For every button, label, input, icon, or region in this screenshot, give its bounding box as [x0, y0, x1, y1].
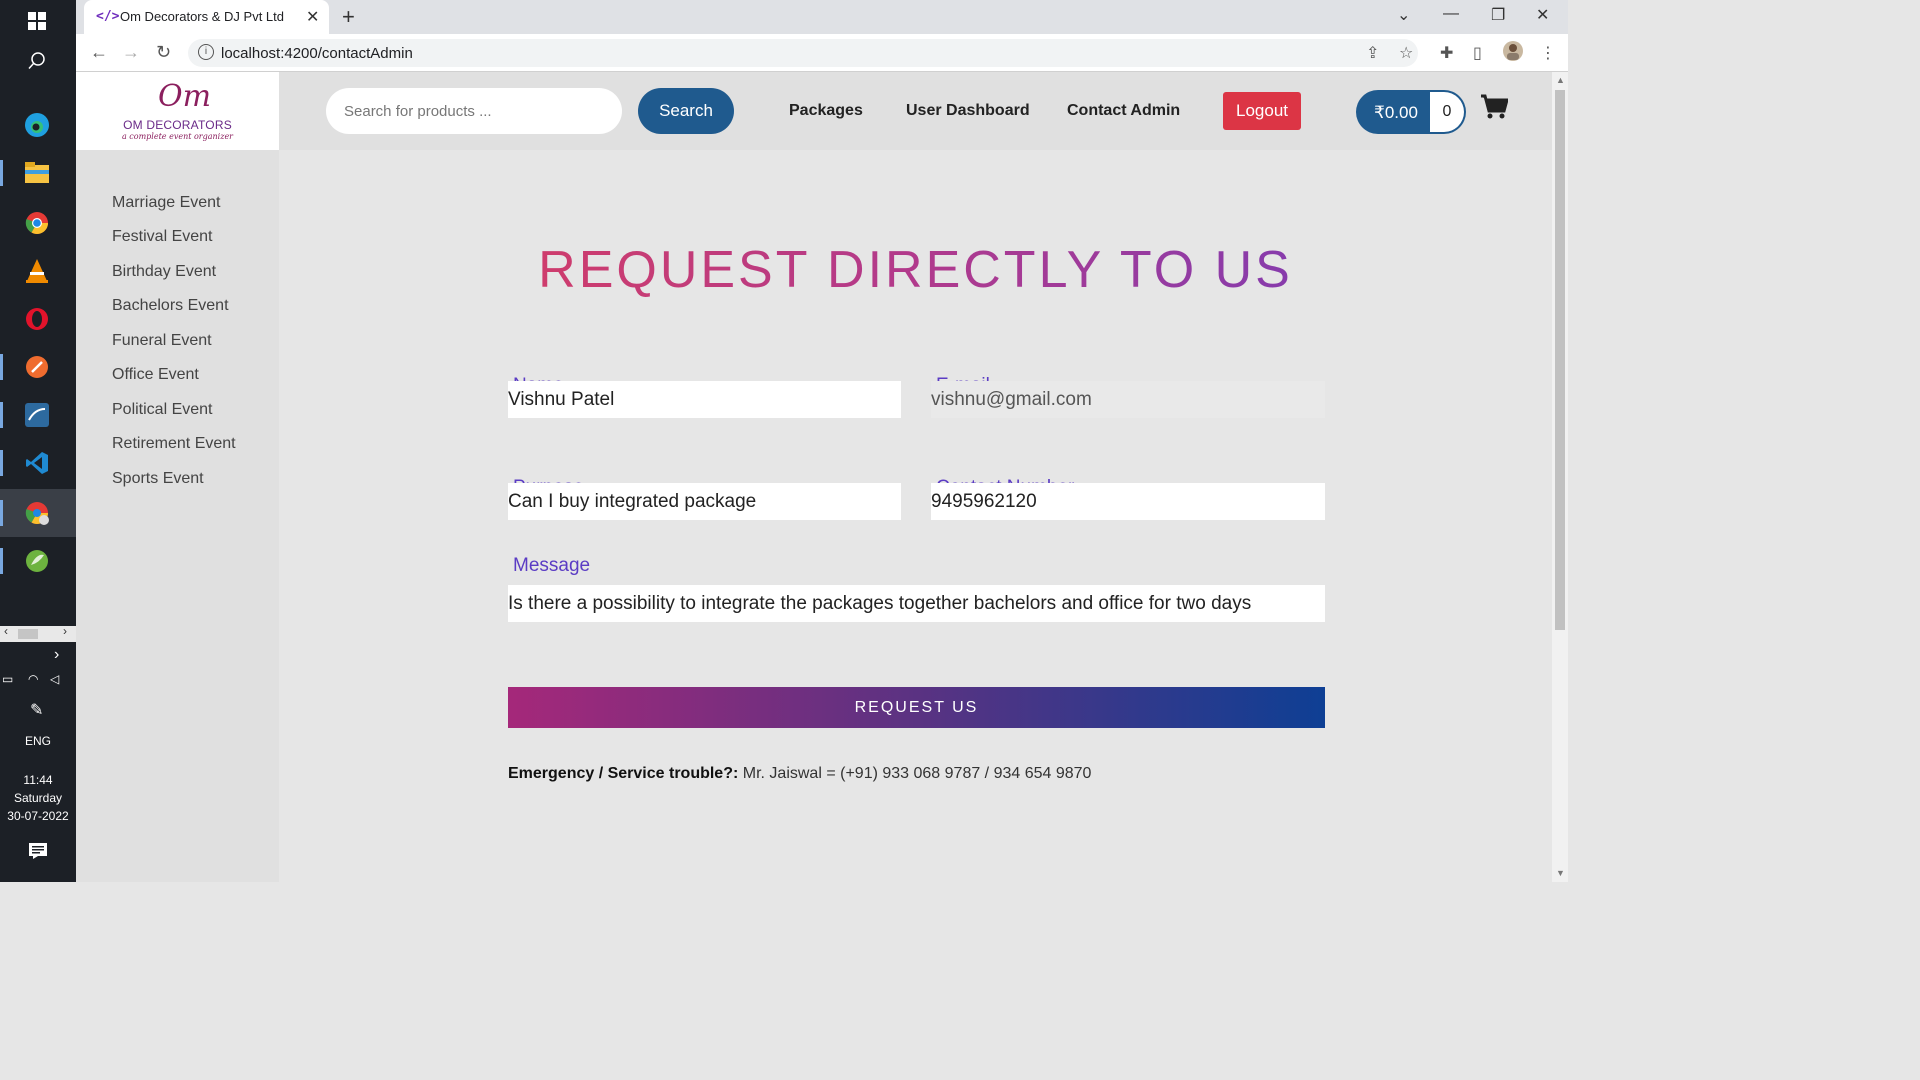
page-scrollbar[interactable]: ▲ ▼ — [1552, 72, 1568, 882]
logout-button[interactable]: Logout — [1223, 92, 1301, 130]
sidebar-item-sports-event[interactable]: Sports Event — [112, 470, 204, 488]
scroll-thumb[interactable] — [18, 629, 38, 639]
shopping-cart-icon[interactable] — [1480, 94, 1509, 125]
file-explorer-icon[interactable] — [24, 160, 50, 186]
volume-icon[interactable]: ◁ — [50, 672, 59, 686]
taskbar-active-mark — [0, 450, 3, 476]
scroll-left-icon[interactable]: ‹ — [4, 624, 8, 638]
logo-tagline: a complete event organizer — [121, 132, 233, 141]
taskbar-active-mark — [0, 354, 3, 380]
search-input[interactable] — [326, 88, 622, 134]
back-arrow-icon[interactable]: ← — [90, 42, 108, 63]
logo-mark: Om — [158, 79, 212, 114]
side-panel-icon[interactable]: ▯ — [1473, 43, 1482, 63]
email-field[interactable] — [931, 381, 1325, 418]
taskbar-active-mark — [0, 402, 3, 428]
windows-start-icon[interactable] — [24, 8, 50, 34]
tab-search-chevron-icon[interactable]: ⌄ — [1397, 5, 1410, 25]
scroll-up-icon[interactable]: ▲ — [1556, 75, 1565, 85]
sidebar-item-birthday-event[interactable]: Birthday Event — [112, 263, 216, 281]
taskbar-scrollbar[interactable]: ‹ › — [0, 624, 76, 642]
browser-toolbar: ← → ↻ i localhost:4200/contactAdmin ⇪ ☆ … — [76, 34, 1568, 72]
taskbar-active-mark — [0, 500, 3, 526]
share-icon[interactable]: ⇪ — [1366, 43, 1379, 63]
scroll-right-icon[interactable]: › — [63, 624, 67, 638]
bookmark-star-icon[interactable]: ☆ — [1399, 43, 1413, 63]
sidebar-item-funeral-event[interactable]: Funeral Event — [112, 332, 212, 350]
contact-number-field[interactable] — [931, 483, 1325, 520]
code-favicon-icon: </> — [96, 9, 120, 24]
page-viewport: Om OM DECORATORS a complete event organi… — [76, 72, 1552, 882]
notifications-icon[interactable] — [29, 843, 47, 864]
browser-tab-strip: </> Om Decorators & DJ Pvt Ltd ✕ + ⌄ — ❐… — [76, 0, 1568, 34]
restore-icon[interactable]: ❐ — [1491, 5, 1505, 25]
close-window-icon[interactable]: ✕ — [1536, 5, 1549, 25]
nav-link-user-dashboard[interactable]: User Dashboard — [906, 102, 1030, 120]
cart-summary[interactable]: ₹0.00 0 — [1356, 90, 1466, 134]
show-hidden-icons-chevron-icon[interactable]: › — [54, 646, 59, 664]
site-logo[interactable]: Om OM DECORATORS a complete event organi… — [76, 72, 279, 150]
sidebar-item-retirement-event[interactable]: Retirement Event — [112, 435, 236, 453]
minimize-icon[interactable]: — — [1443, 5, 1459, 23]
edge-icon[interactable] — [24, 112, 50, 138]
tab-close-icon[interactable]: ✕ — [306, 7, 319, 27]
page-title: REQUEST DIRECTLY TO US — [279, 240, 1552, 300]
cart-count: 0 — [1430, 92, 1464, 132]
browser-tab[interactable]: </> Om Decorators & DJ Pvt Ltd ✕ — [84, 0, 329, 34]
emergency-label: Emergency / Service trouble?: — [508, 765, 739, 782]
clock-day[interactable]: Saturday — [0, 791, 76, 805]
nav-link-packages[interactable]: Packages — [789, 102, 863, 120]
wifi-icon[interactable]: ◠ — [28, 672, 38, 686]
search-icon[interactable] — [24, 48, 50, 74]
name-field[interactable] — [508, 381, 901, 418]
address-bar[interactable]: i localhost:4200/contactAdmin — [188, 39, 1418, 67]
sidebar-item-festival-event[interactable]: Festival Event — [112, 228, 212, 246]
vlc-icon[interactable] — [24, 258, 50, 284]
emergency-text: Mr. Jaiswal = (+91) 933 068 9787 / 934 6… — [738, 765, 1092, 782]
event-category-sidebar: Marriage Event Festival Event Birthday E… — [76, 150, 279, 882]
site-header: Om OM DECORATORS a complete event organi… — [76, 72, 1552, 150]
url-text[interactable]: localhost:4200/contactAdmin — [221, 45, 413, 62]
opera-icon[interactable] — [24, 306, 50, 332]
tab-title: Om Decorators & DJ Pvt Ltd — [120, 9, 284, 24]
sidebar-item-political-event[interactable]: Political Event — [112, 401, 213, 419]
windows-taskbar: ‹ › › ▭ ◠ ◁ ✎ ENG 11:44 Saturday 30-07-2… — [0, 0, 76, 882]
menu-kebab-icon[interactable]: ⋮ — [1540, 43, 1556, 63]
sidebar-item-office-event[interactable]: Office Event — [112, 366, 199, 384]
postman-icon[interactable] — [24, 354, 50, 380]
spring-tool-icon[interactable] — [24, 548, 50, 574]
vscode-icon[interactable] — [24, 450, 50, 476]
request-us-button[interactable]: REQUEST US — [508, 687, 1325, 728]
mysql-workbench-icon[interactable] — [24, 402, 50, 428]
extensions-puzzle-icon[interactable]: ✚ — [1440, 43, 1453, 63]
pen-icon[interactable]: ✎ — [30, 700, 43, 720]
logo-name: OM DECORATORS — [123, 118, 232, 132]
forward-arrow-icon[interactable]: → — [122, 42, 140, 63]
message-label: Message — [513, 555, 591, 576]
cart-amount: ₹0.00 — [1374, 103, 1418, 122]
sidebar-item-marriage-event[interactable]: Marriage Event — [112, 194, 221, 212]
scroll-thumb[interactable] — [1555, 90, 1565, 630]
clock-date[interactable]: 30-07-2022 — [0, 809, 76, 823]
chrome-profile-icon[interactable] — [24, 500, 50, 526]
sidebar-item-bachelors-event[interactable]: Bachelors Event — [112, 297, 229, 315]
purpose-field[interactable] — [508, 483, 901, 520]
new-tab-icon[interactable]: + — [342, 4, 355, 30]
emergency-contact: Emergency / Service trouble?: Mr. Jaiswa… — [508, 765, 1091, 783]
reload-icon[interactable]: ↻ — [156, 42, 171, 63]
clock-time[interactable]: 11:44 — [0, 773, 76, 787]
nav-link-contact-admin[interactable]: Contact Admin — [1067, 102, 1180, 120]
battery-icon[interactable]: ▭ — [2, 672, 13, 686]
taskbar-active-mark — [0, 160, 3, 186]
language-indicator[interactable]: ENG — [0, 734, 76, 748]
scroll-down-icon[interactable]: ▼ — [1556, 868, 1565, 878]
site-info-icon[interactable]: i — [198, 44, 214, 60]
profile-avatar[interactable] — [1502, 40, 1524, 67]
taskbar-active-mark — [0, 548, 3, 574]
chrome-icon[interactable] — [24, 210, 50, 236]
message-field[interactable] — [508, 585, 1325, 622]
search-button[interactable]: Search — [638, 88, 734, 134]
